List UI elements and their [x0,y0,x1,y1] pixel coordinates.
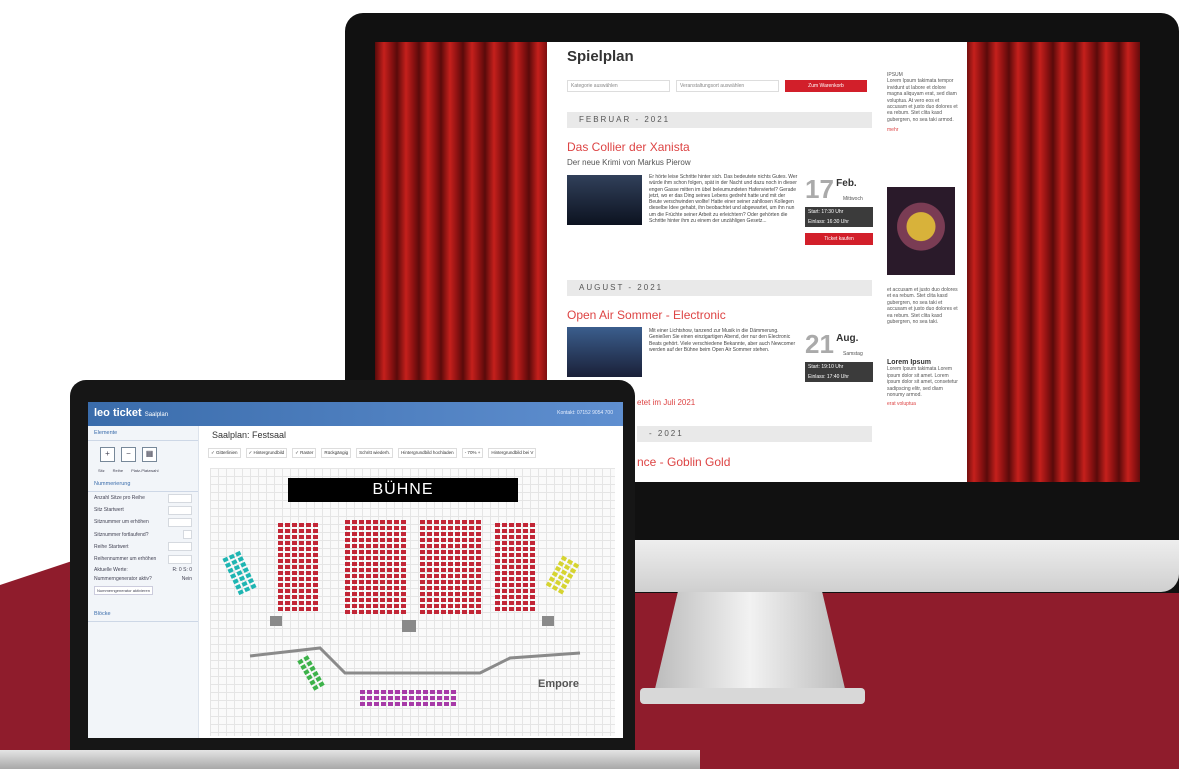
field-row: Anzahl Sitze pro Reihe [88,492,198,504]
tool-labels: Sitz Reihe Platz-Platzwahl [98,468,159,473]
sidebar-image [887,187,955,275]
field-row: Sitznummer um erhöhen [88,516,198,528]
field-input[interactable] [168,505,192,515]
event-title[interactable]: Open Air Sommer - Electronic [567,308,726,322]
venue-select[interactable]: Veranstaltungsort auswählen [676,80,779,92]
toggle-gridlines[interactable]: ✓ Gitterlinien [208,448,241,458]
event-date: 17 Feb. Mittwoch Start: 17:30 Uhr Einlas… [805,174,873,245]
row-tool[interactable]: − [121,447,136,462]
postponed-note[interactable]: etet im Juli 2021 [637,398,695,407]
seat-plan-canvas[interactable]: BÜHNE Empore [210,468,615,736]
event-description: Mit einer Lichtshow, tanzend zur Musik i… [649,328,796,353]
imac-stand [655,592,845,689]
sidebar-link[interactable]: mehr [887,127,959,133]
app-header: leo ticket Saalplan Kontakt: 07152 9054 7… [88,402,623,426]
background-toggle[interactable]: Hintergrundbild bei V [488,448,537,458]
event-entry: Einlass: 16:30 Uhr [805,217,873,227]
month-header: AUGUST - 2021 [567,280,872,296]
event-start: Start: 17:30 Uhr [805,207,873,217]
event-image[interactable] [567,175,642,225]
event-subtitle: Der neue Krimi von Markus Pierow [567,158,691,167]
section-numbering[interactable]: Nummerierung [88,477,198,492]
toggle-grid[interactable]: ✓ Raster [292,448,317,458]
event-day: 17 [805,174,834,204]
event-weekday: Mittwoch [843,196,863,202]
app-sidebar: Elemente + − ▦ Sitz Reihe Platz-Platzwahl … [88,426,199,738]
event-image[interactable] [567,327,642,377]
laptop-base [0,750,700,769]
event-entry: Einlass: 17:40 Uhr [805,372,873,382]
section-blocks[interactable]: Blöcke [88,607,198,622]
zoom-control[interactable]: - 70% + [461,448,484,458]
sidebar-text: Lorem Ipsum takimata tempor invidunt ut … [887,78,958,123]
sidebar-box: et accusam et justo duo dolores et ea re… [887,287,959,325]
sidebar-text: et accusam et justo duo dolores et ea re… [887,287,958,326]
field-input[interactable] [168,542,192,552]
event-title[interactable]: nce - Goblin Gold [637,455,730,469]
app-main: Saalplan: Festsaal ✓ Gitterlinien ✓ Hint… [202,426,623,738]
ticket-button[interactable]: Ticket kaufen [805,233,873,245]
filter-bar: Kategorie auswählen Veranstaltungsort au… [567,80,867,92]
field-row: Sitznummer fortlaufend? [88,529,198,541]
section-elements[interactable]: Elemente [88,426,198,441]
page-title: Saalplan: Festsaal [212,430,287,440]
tool-group: + − ▦ [88,441,198,468]
generator-row: Nummerngenerator aktiv? Nein [94,575,192,582]
category-select[interactable]: Kategorie auswählen [567,80,670,92]
field-input[interactable] [168,517,192,527]
event-title[interactable]: Das Collier der Xanista [567,140,690,154]
event-start: Start: 19:10 Uhr [805,362,873,372]
balcony-label: Empore [538,678,579,690]
generator-button[interactable]: Nummerngenerator aktivieren [94,585,153,595]
sidebar-box: IPSUM Lorem Ipsum takimata tempor invidu… [887,72,959,134]
event-weekday: Samstag [843,351,863,357]
app-logo[interactable]: leo ticket Saalplan [94,407,168,419]
month-header: - 2021 [637,426,872,442]
toggle-background[interactable]: ✓ Hintergrundbild [245,448,288,458]
toolbar: ✓ Gitterlinien ✓ Hintergrundbild ✓ Raste… [208,448,537,458]
curtain-right [965,42,1140,482]
current-values-row: Aktuelle Werte: R: 0 S: 0 [94,566,192,573]
laptop-screen: leo ticket Saalplan Kontakt: 07152 9054 7… [88,402,623,738]
seat-tool[interactable]: + [100,447,115,462]
field-row: Reihe Startwert [88,541,198,553]
page-title: Spielplan [567,48,634,65]
event-day: 21 [805,329,834,359]
redo-button[interactable]: Schritt wiederh. [356,448,394,458]
sidebar-link[interactable]: erat voluptua [887,401,959,407]
field-input[interactable] [168,554,192,564]
field-input[interactable] [168,493,192,503]
undo-button[interactable]: Rückgängig [321,448,352,458]
sidebar-box: Lorem Ipsum Lorem Ipsum takimata Lorem i… [887,359,959,408]
sidebar-text: Lorem Ipsum takimata Lorem ipsum dolor s… [887,366,958,399]
contact-info: Kontakt: 07152 9054 700 [557,410,613,416]
field-row: Reihennummer um erhöhen [88,553,198,565]
upload-background-button[interactable]: Hintergrundbild hochladen [398,448,457,458]
checkbox[interactable] [183,530,192,540]
cart-button[interactable]: Zum Warenkorb [785,80,867,92]
event-month: Feb. [836,178,857,189]
balcony-rail [249,646,581,675]
field-row: Sitz Startwert [88,504,198,516]
event-month: Aug. [836,333,859,344]
grid-tool[interactable]: ▦ [142,447,157,462]
event-description: Er hörte leise Schritte hinter sich. Das… [649,174,798,225]
imac-foot [640,688,865,704]
event-date: 21 Aug. Samstag Start: 19:10 Uhr Einlass… [805,329,873,382]
month-header: FEBRUAR - 2021 [567,112,872,128]
